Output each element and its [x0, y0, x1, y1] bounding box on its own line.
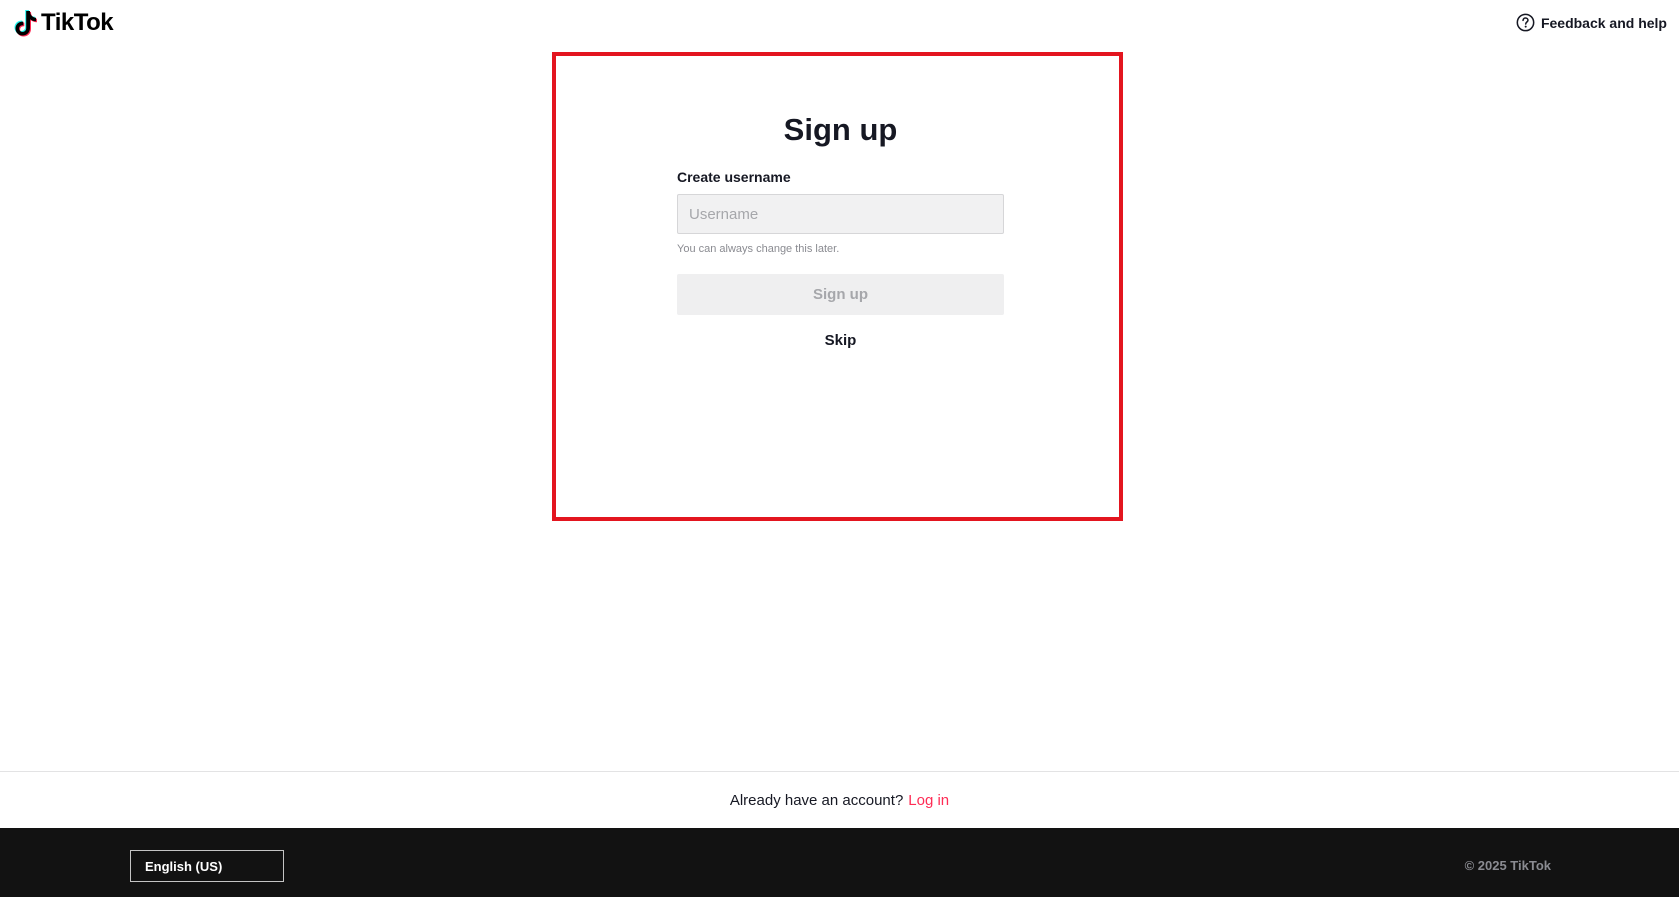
feedback-help-label: Feedback and help — [1540, 14, 1667, 31]
signup-button[interactable]: Sign up — [677, 274, 1004, 315]
feedback-help-link[interactable]: Feedback and help — [1516, 13, 1667, 32]
language-select[interactable]: English (US) — [130, 850, 284, 882]
question-circle-icon — [1516, 13, 1535, 32]
username-label: Create username — [677, 169, 791, 185]
login-link[interactable]: Log in — [908, 792, 949, 809]
top-header: TikTok Feedback and help — [0, 0, 1679, 50]
brand-name: TikTok — [41, 9, 114, 36]
page-title: Sign up — [783, 112, 898, 147]
copyright-text: © 2025 TikTok — [1464, 858, 1551, 873]
login-prompt: Already have an account? — [729, 791, 904, 809]
footer: English (US) © 2025 TikTok — [0, 828, 1679, 897]
tiktok-logo[interactable]: TikTok — [13, 9, 114, 37]
tiktok-note-icon — [14, 10, 37, 37]
username-hint: You can always change this later. — [677, 243, 840, 255]
username-input[interactable] — [677, 194, 1004, 234]
login-bar: Already have an account? Log in — [0, 771, 1679, 828]
skip-button[interactable]: Skip — [677, 332, 1004, 349]
signup-form: Sign up Create username You can always c… — [677, 110, 1004, 349]
